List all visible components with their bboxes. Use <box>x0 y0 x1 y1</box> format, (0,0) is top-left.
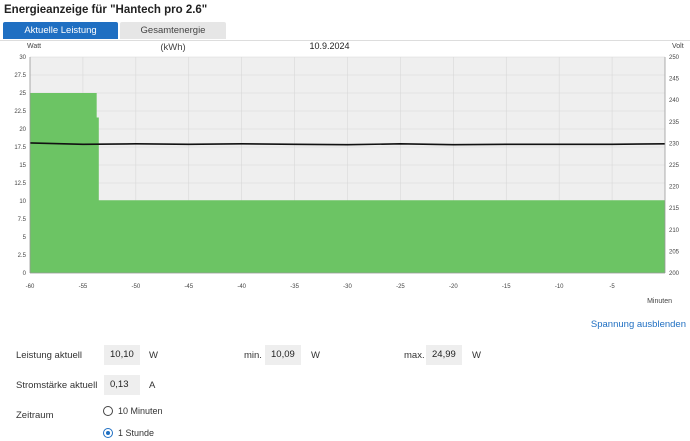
leistung-aktuell-unit: W <box>149 350 158 361</box>
y-left-tick-label: 10 <box>19 199 26 205</box>
stromstaerke-unit: A <box>149 380 156 391</box>
min-value: 10,09 <box>265 345 301 365</box>
stromstaerke-value: 0,13 <box>104 375 140 395</box>
y-right-tick-label: 225 <box>669 163 680 169</box>
max-value: 24,99 <box>426 345 462 365</box>
y-left-tick-label: 17.5 <box>14 145 26 151</box>
x-axis-label: Minuten <box>647 298 672 305</box>
y-right-tick-label: 235 <box>669 120 680 126</box>
tab-gesamtenergie[interactable]: Gesamtenergie (kWh) <box>120 22 226 53</box>
page-title: Energieanzeige für "Hantech pro 2.6" <box>4 4 208 16</box>
power-chart: 0 2.5 5 7.5 10 12.5 15 17.5 20 22.5 25 27.5 30 200 205… <box>0 40 690 310</box>
y-right-tick-label: 245 <box>669 77 680 83</box>
leistung-aktuell-value: 10,10 <box>104 345 140 365</box>
stromstaerke-label: Stromstärke aktuell <box>16 380 98 391</box>
y-left-tick-label: 2.5 <box>18 253 27 259</box>
x-tick-label: -45 <box>184 284 193 290</box>
radio-circle-checked[interactable] <box>103 428 113 438</box>
y-left-tick-label: 0 <box>23 271 27 277</box>
y-left-tick-label: 22.5 <box>14 109 26 115</box>
radio-1-stunde-label: 1 Stunde <box>118 428 155 438</box>
y-right-tick-label: 250 <box>669 55 680 61</box>
chart-date-title: 10.9.2024 <box>309 41 349 51</box>
y-left-tick-label: 30 <box>19 55 26 61</box>
y-right-tick-label: 230 <box>669 141 680 147</box>
y-left-tick-label: 15 <box>19 163 26 169</box>
x-tick-label: -5 <box>609 284 615 290</box>
x-tick-label: -30 <box>343 284 352 290</box>
y-right-tick-label: 205 <box>669 249 680 255</box>
x-tick-label: -10 <box>555 284 564 290</box>
power-chart-svg: 0 2.5 5 7.5 10 12.5 15 17.5 20 22.5 25 27.5 30 200 205… <box>14 41 684 305</box>
min-unit: W <box>311 350 320 361</box>
min-label: min. <box>244 350 262 361</box>
x-tick-label: -35 <box>290 284 299 290</box>
y-right-tick-label: 215 <box>669 206 680 212</box>
y-left-tick-label: 20 <box>19 127 26 133</box>
y-left-axis-label: Watt <box>27 43 41 50</box>
x-tick-label: -55 <box>79 284 88 290</box>
x-tick-label: -50 <box>131 284 140 290</box>
radio-circle[interactable] <box>103 406 113 416</box>
y-left-tick-label: 5 <box>23 235 27 241</box>
x-tick-label: -60 <box>26 284 35 290</box>
spannung-ausblenden-link[interactable]: Spannung ausblenden <box>591 319 686 330</box>
zeitraum-label: Zeitraum <box>16 410 54 421</box>
y-right-tick-label: 240 <box>669 98 680 104</box>
y-left-tick-label: 12.5 <box>14 181 26 187</box>
y-right-tick-label: 200 <box>669 271 680 277</box>
y-left-tick-label: 25 <box>19 91 26 97</box>
x-tick-label: -20 <box>449 284 458 290</box>
radio-1-stunde[interactable]: 1 Stunde <box>103 428 154 438</box>
y-right-tick-label: 210 <box>669 228 680 234</box>
tab-bar: Aktuelle Leistung (Watt) Gesamtenergie (… <box>3 22 226 53</box>
radio-10-minuten-label: 10 Minuten <box>118 406 163 416</box>
tab-aktuelle-leistung[interactable]: Aktuelle Leistung (Watt) <box>3 22 118 53</box>
x-tick-label: -25 <box>396 284 405 290</box>
max-unit: W <box>472 350 481 361</box>
radio-10-minuten[interactable]: 10 Minuten <box>103 406 163 416</box>
max-label: max. <box>404 350 425 361</box>
x-tick-label: -40 <box>237 284 246 290</box>
y-right-axis-label: Volt <box>672 43 684 50</box>
x-tick-label: -15 <box>502 284 511 290</box>
y-left-tick-label: 27.5 <box>14 73 26 79</box>
leistung-aktuell-label: Leistung aktuell <box>16 350 83 361</box>
y-left-tick-label: 7.5 <box>18 217 27 223</box>
y-right-tick-label: 220 <box>669 185 680 191</box>
